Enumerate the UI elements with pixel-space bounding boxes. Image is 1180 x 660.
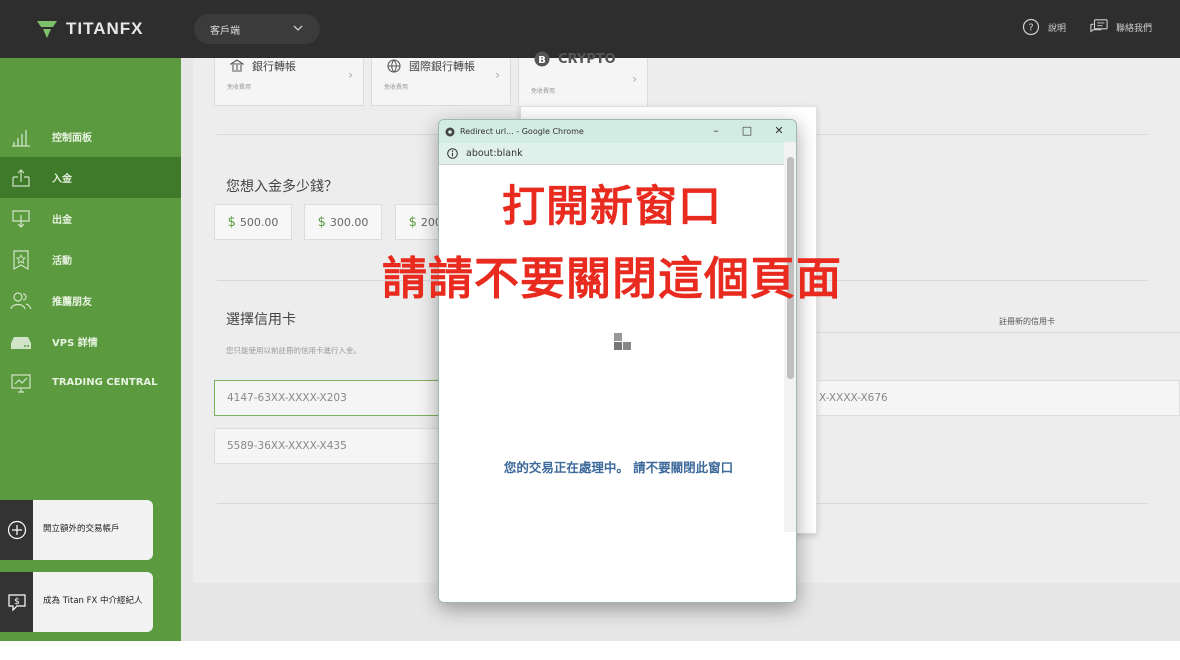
plus-circle-icon [0,500,33,560]
payment-method-name: 銀行轉帳 [252,60,296,73]
sidebar-item-dashboard[interactable]: 控制面板 [0,116,181,157]
globe-icon [387,59,401,73]
portal-select-value: 客戶端 [210,25,240,37]
close-button[interactable]: ✕ [772,124,786,138]
sidebar: 控制面板 入金 出金 活動 推薦朋友 VPS 詳情 TRADING CENTRA… [0,58,181,641]
popup-address-bar[interactable]: about:blank [439,143,796,165]
loading-spinner-icon [614,333,631,350]
svg-text:$: $ [14,597,20,607]
popup-address: about:blank [466,148,523,159]
bottom-margin [0,641,1180,660]
maximize-button[interactable]: □ [740,124,754,138]
open-account-label: 開立額外的交易帳戶 [43,524,120,535]
chrome-icon [445,127,455,136]
trading-chart-icon [11,373,31,393]
payment-method-fee: 免收費用 [227,84,252,91]
card-section-subtitle: 您只能使用以前註冊的信用卡進行入金。 [226,346,361,355]
payment-method-label: B CRYPTO [534,51,616,67]
register-card-link[interactable]: 註冊新的信用卡 [999,316,1055,327]
bitcoin-icon: B [534,51,550,67]
card-option[interactable]: 4147-63XX-XXXX-X203 [214,380,464,416]
payment-method-name: CRYPTO [558,51,616,67]
chevron-right-icon: › [495,68,500,82]
bank-icon [230,59,244,72]
logo[interactable]: TITANFX [36,14,144,44]
svg-text:?: ? [1028,23,1033,34]
payment-method-fee: 免收費用 [384,84,409,91]
top-right-nav: ? 說明 聯絡我們 [1022,18,1152,36]
bar-chart-icon [12,129,30,147]
minimize-button[interactable]: – [709,124,723,138]
info-icon [447,148,458,159]
payment-method-name: 國際銀行轉帳 [409,60,475,73]
sidebar-item-vps[interactable]: VPS 詳情 [0,321,181,362]
server-icon [11,336,31,349]
question-circle-icon: ? [1022,18,1040,36]
popup-window-title: Redirect url... - Google Chrome [460,127,584,136]
open-account-card[interactable]: 開立額外的交易帳戶 [0,500,153,560]
become-ib-label: 成為 Titan FX 中介經紀人 [43,596,143,607]
popup-title-bar[interactable]: Redirect url... - Google Chrome – □ ✕ [439,120,796,143]
processing-message: 您的交易正在處理中。 請不要關閉此窗口 [503,460,734,475]
payment-method-intl-bank[interactable]: 國際銀行轉帳 免收費用 › [371,58,511,106]
sidebar-item-label: TRADING CENTRAL [52,377,158,388]
chevron-right-icon: › [348,68,353,82]
logo-mark-icon [37,21,57,38]
divider [813,332,1180,333]
payment-method-crypto[interactable]: B CRYPTO 免收費用 › [518,51,648,108]
svg-text:B: B [538,55,546,66]
help-link[interactable]: ? 說明 [1022,18,1066,36]
logo-text: TITANFX [66,19,144,38]
card-option[interactable]: X-XXXX-X676 [808,380,1180,416]
sidebar-item-label: VPS 詳情 [52,338,98,349]
contact-link[interactable]: 聯絡我們 [1090,18,1152,36]
contact-label: 聯絡我們 [1115,23,1152,34]
payment-method-label: 銀行轉帳 [230,58,296,74]
payment-method-label: 國際銀行轉帳 [387,58,475,74]
sidebar-item-trading-central[interactable]: TRADING CENTRAL [0,362,181,403]
chat-icon [1090,19,1108,33]
payment-method-fee: 免收費用 [531,88,556,95]
chevron-right-icon: › [632,72,637,86]
dollar-card-icon: $ [0,572,33,632]
card-section-title: 選擇信用卡 [226,312,296,328]
overlay-annotation-line-1: 打開新窗口 [502,182,722,232]
page: TITANFX 客戶端 ? 說明 聯絡我們 控制面板 入金 出金 活動 推薦朋友… [0,0,1180,660]
card-option[interactable]: 5589-36XX-XXXX-X435 [214,428,464,464]
chevron-down-icon [293,25,303,31]
help-label: 說明 [1047,23,1066,34]
overlay-annotation-line-2: 請請不要關閉這個頁面 [381,252,842,305]
top-bar: TITANFX 客戶端 ? 說明 聯絡我們 [0,0,1180,58]
become-ib-card[interactable]: $ 成為 Titan FX 中介經紀人 [0,572,153,632]
sidebar-item-label: 控制面板 [52,133,92,144]
portal-select[interactable]: 客戶端 [194,14,320,44]
payment-method-bank[interactable]: 銀行轉帳 免收費用 › [214,58,364,106]
